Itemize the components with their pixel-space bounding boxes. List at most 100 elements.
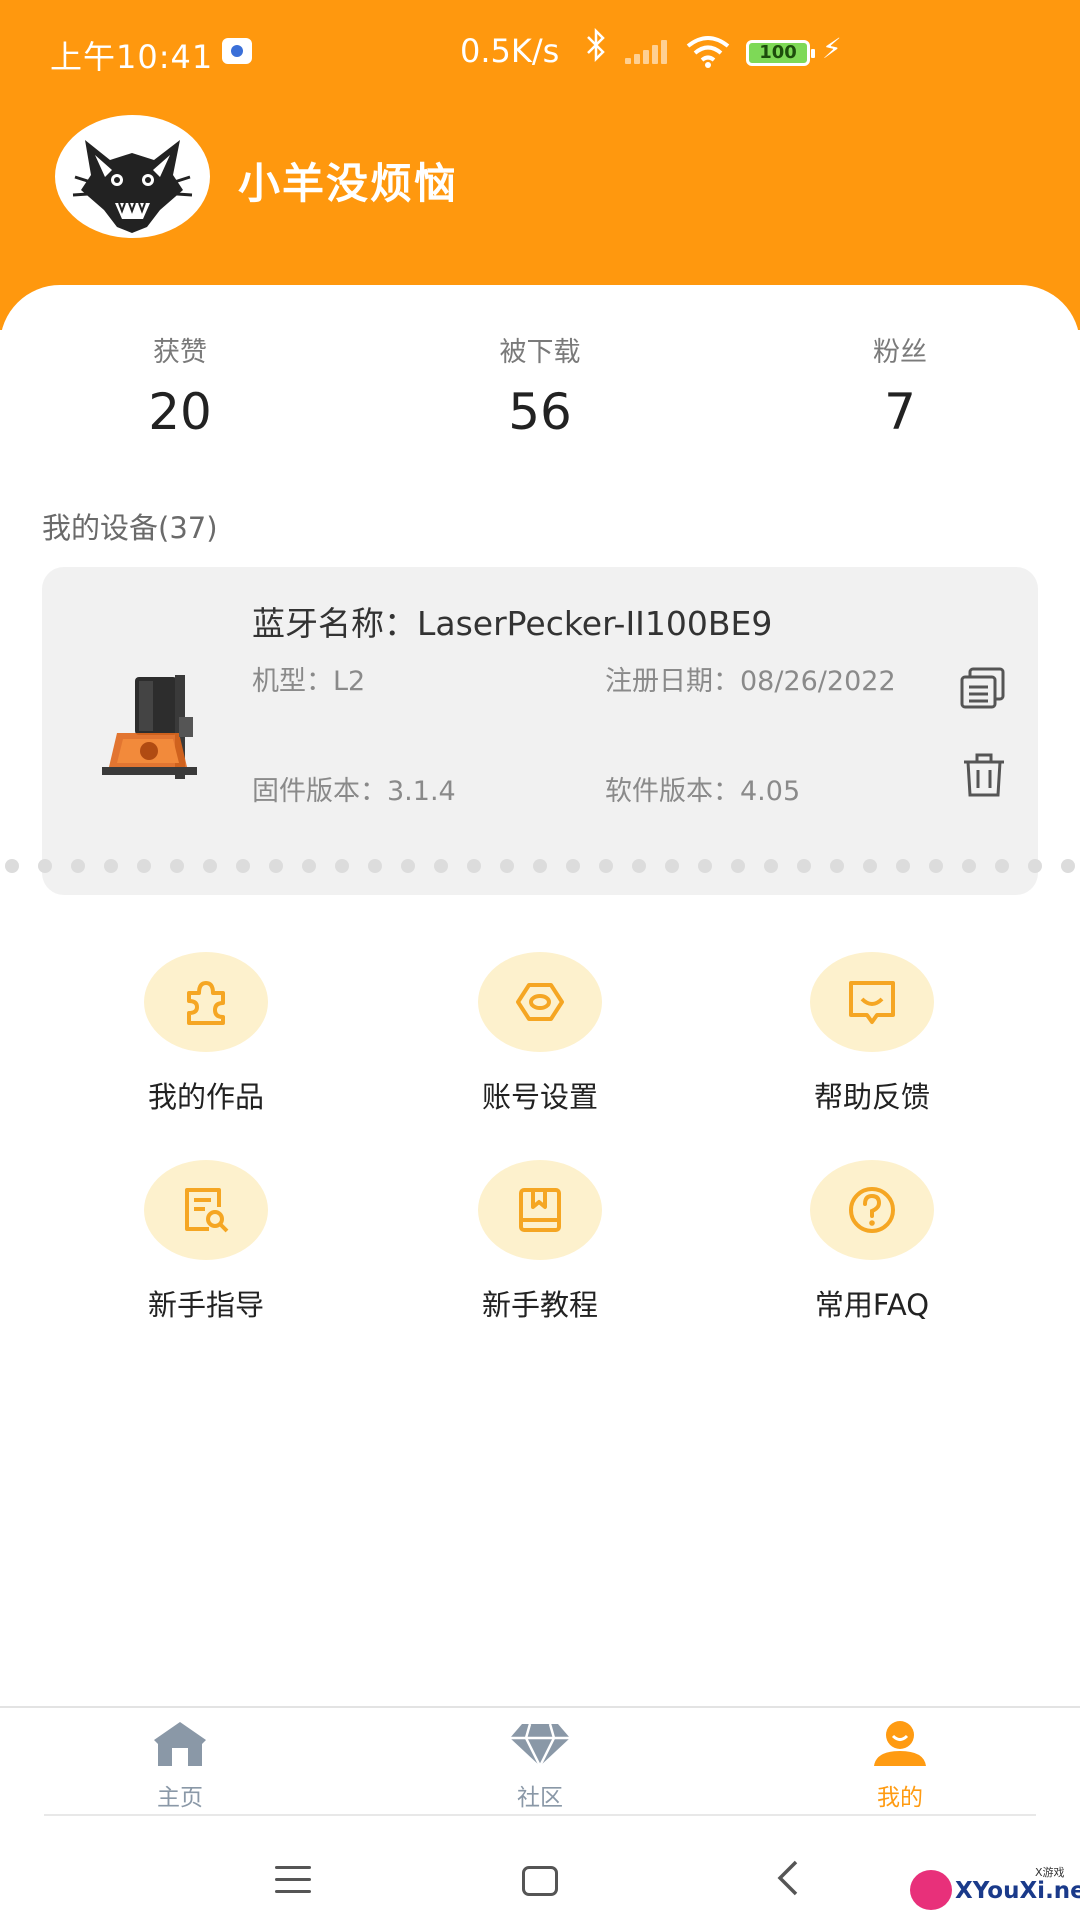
tab-home[interactable]: 主页: [100, 1718, 260, 1812]
watermark: X游戏 XYouXi.net: [905, 1860, 1080, 1920]
divider-dot: [203, 859, 217, 873]
menu-icon[interactable]: [275, 1866, 311, 1896]
divider-dot: [5, 859, 19, 873]
device-software: 软件版本：4.05: [605, 776, 801, 807]
divider-dot: [830, 859, 844, 873]
divider-dot: [533, 859, 547, 873]
stat-fans[interactable]: 粉丝 7: [780, 330, 1020, 441]
bottom-tab-bar: 主页 社区 我的: [0, 1706, 1080, 1816]
divider-dot: [269, 859, 283, 873]
divider-dot: [797, 859, 811, 873]
user-icon: [874, 1721, 926, 1766]
divider-dot: [929, 859, 943, 873]
tab-mine[interactable]: 我的: [820, 1718, 980, 1812]
menu-label: 常用FAQ: [814, 1288, 930, 1322]
menu-label: 帮助反馈: [813, 1080, 930, 1114]
device-firmware: 固件版本：3.1.4: [252, 776, 456, 807]
settings-notification-icon: [222, 38, 252, 64]
stat-value: 20: [148, 383, 212, 441]
divider-dot: [137, 859, 151, 873]
puzzle-icon: [144, 952, 268, 1052]
wifi-icon: [686, 34, 730, 68]
menu-label: 账号设置: [481, 1080, 598, 1114]
diamond-icon: [510, 1723, 570, 1769]
divider-dot: [368, 859, 382, 873]
stat-value: 7: [884, 383, 916, 441]
menu-account-settings[interactable]: 账号设置: [440, 952, 640, 1116]
divider-dot: [698, 859, 712, 873]
divider-dot: [434, 859, 448, 873]
battery-icon: 100: [746, 40, 815, 66]
watermark-text: XYouXi.net: [955, 1878, 1080, 1904]
copy-icon[interactable]: [960, 667, 1006, 709]
book-icon: [478, 1160, 602, 1260]
status-bar: 上午10:41 0.5K/s 100 ⚡: [0, 0, 1080, 100]
stat-likes[interactable]: 获赞 20: [60, 330, 300, 441]
stat-label: 被下载: [499, 337, 581, 368]
divider-dot: [962, 859, 976, 873]
devices-section-title: 我的设备(37): [42, 511, 218, 545]
divider-dot: [632, 859, 646, 873]
divider-dot: [566, 859, 580, 873]
divider-dot: [335, 859, 349, 873]
menu-my-works[interactable]: 我的作品: [106, 952, 306, 1116]
back-icon[interactable]: [772, 1858, 802, 1908]
feedback-icon: [810, 952, 934, 1052]
delete-icon[interactable]: [962, 752, 1006, 798]
tab-label: 我的: [877, 1785, 923, 1811]
avatar[interactable]: [55, 115, 210, 238]
divider-dot: [764, 859, 778, 873]
divider-dot: [170, 859, 184, 873]
divider-dot: [896, 859, 910, 873]
tab-community[interactable]: 社区: [460, 1718, 620, 1812]
laser-engraver-image: [102, 675, 197, 779]
profile-header: 上午10:41 0.5K/s 100 ⚡ 小羊没烦恼: [0, 0, 1080, 330]
dotted-divider: [5, 859, 1075, 873]
guide-search-icon: [144, 1160, 268, 1260]
watermark-logo-icon: [910, 1870, 952, 1910]
divider-dot: [731, 859, 745, 873]
username[interactable]: 小羊没烦恼: [238, 150, 458, 211]
settings-hex-icon: [478, 952, 602, 1052]
stat-value: 56: [508, 383, 572, 441]
divider-dot: [599, 859, 613, 873]
stat-label: 粉丝: [873, 337, 927, 368]
home-icon: [154, 1722, 206, 1766]
menu-beginner-guide[interactable]: 新手指导: [106, 1160, 306, 1324]
divider-dot: [71, 859, 85, 873]
bluetooth-name: 蓝牙名称：LaserPecker-II100BE9: [252, 604, 773, 643]
tab-label: 社区: [517, 1785, 563, 1811]
question-icon: [810, 1160, 934, 1260]
divider-dot: [995, 859, 1009, 873]
menu-help-feedback[interactable]: 帮助反馈: [772, 952, 972, 1116]
menu-faq[interactable]: 常用FAQ: [772, 1160, 972, 1324]
tab-label: 主页: [157, 1785, 203, 1811]
device-card[interactable]: 蓝牙名称：LaserPecker-II100BE9 机型：L2 注册日期：08/…: [42, 567, 1038, 895]
divider-dot: [1061, 859, 1075, 873]
divider-dot: [665, 859, 679, 873]
divider-dot: [500, 859, 514, 873]
divider-dot: [38, 859, 52, 873]
device-model: 机型：L2: [252, 666, 366, 697]
home-button-icon[interactable]: [522, 1866, 558, 1896]
stat-downloads[interactable]: 被下载 56: [420, 330, 660, 441]
divider-dot: [1028, 859, 1042, 873]
divider-dot: [401, 859, 415, 873]
stat-label: 获赞: [153, 337, 207, 368]
menu-beginner-tutorial[interactable]: 新手教程: [440, 1160, 640, 1324]
status-time: 上午10:41: [50, 38, 214, 76]
wolf-avatar-icon: [72, 140, 193, 233]
signal-icon: [625, 40, 673, 64]
divider-dot: [302, 859, 316, 873]
divider-dot: [236, 859, 250, 873]
charging-icon: ⚡: [822, 32, 842, 65]
menu-label: 我的作品: [147, 1080, 264, 1114]
device-register-date: 注册日期：08/26/2022: [605, 666, 896, 697]
divider-dot: [467, 859, 481, 873]
menu-label: 新手指导: [147, 1288, 264, 1322]
menu-label: 新手教程: [481, 1288, 598, 1322]
bluetooth-icon: [585, 27, 607, 71]
divider-dot: [863, 859, 877, 873]
divider-dot: [104, 859, 118, 873]
network-speed: 0.5K/s: [460, 32, 560, 70]
